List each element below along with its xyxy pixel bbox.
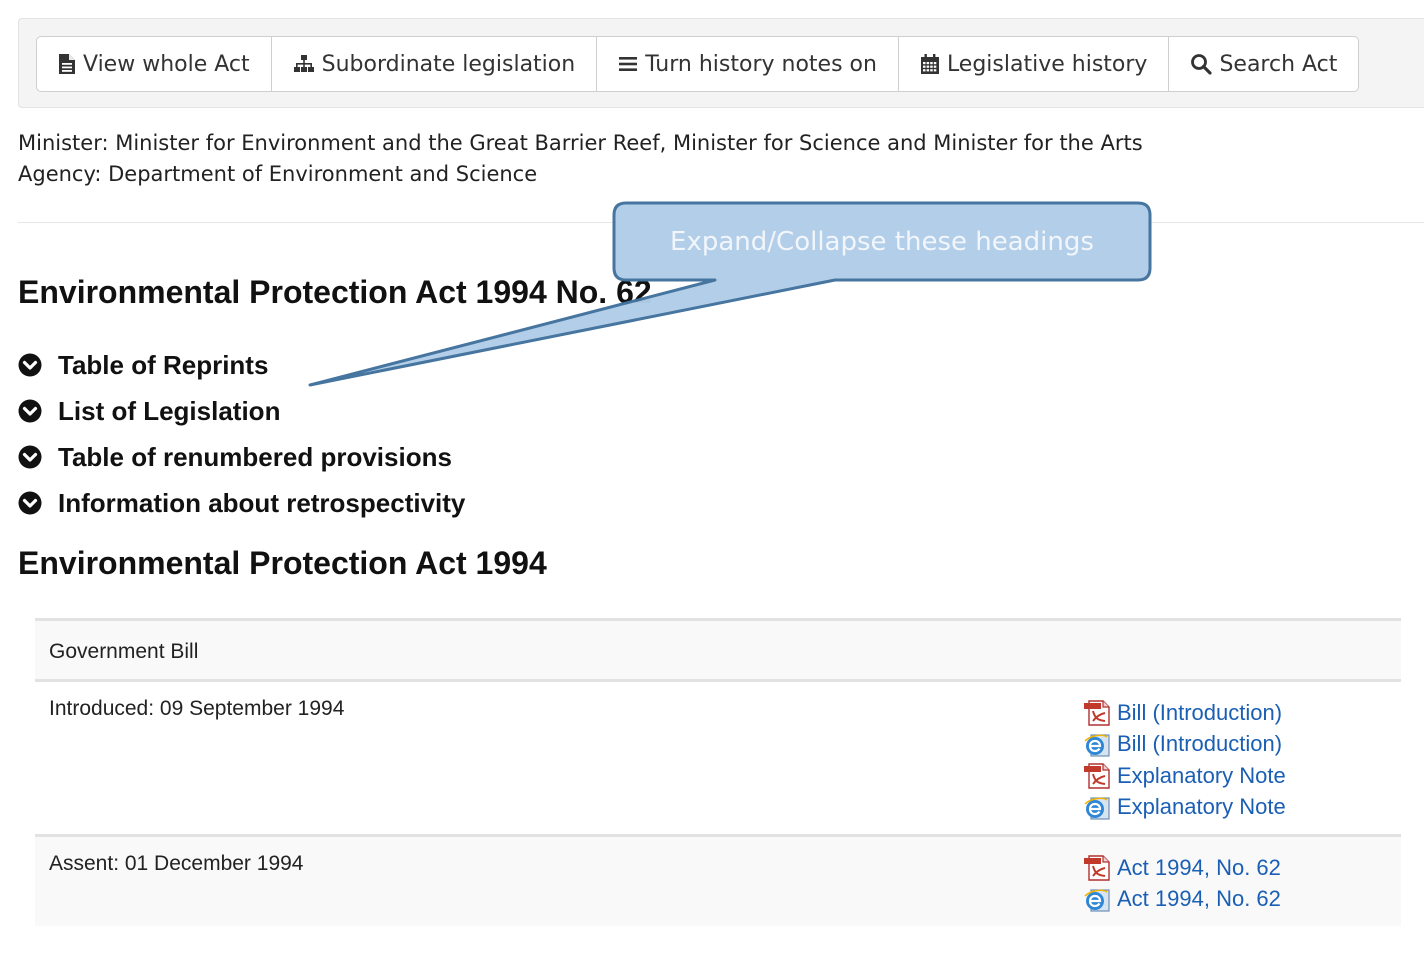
act-pdf-link[interactable]: Act 1994, No. 62 (1083, 852, 1281, 884)
accordion-information-about-retrospectivity[interactable]: Information about retrospectivity (18, 480, 465, 526)
accordion-label: List of Legislation (58, 395, 281, 426)
explanatory-note-pdf-link[interactable]: Explanatory Note (1083, 760, 1286, 792)
search-act-button[interactable]: Search Act (1169, 37, 1358, 91)
button-label: Search Act (1219, 51, 1338, 77)
section-accordion: Table of Reprints List of Legislation Ta… (18, 342, 465, 526)
table-row-assent: Assent: 01 December 1994 Act 1994, No. 6… (35, 834, 1401, 926)
act-metadata: Minister: Minister for Environment and t… (18, 128, 1143, 190)
table-row-introduced: Introduced: 09 September 1994 Bill (Intr… (35, 679, 1401, 834)
chevron-circle-down-icon (18, 353, 42, 377)
link-label: Act 1994, No. 62 (1117, 886, 1281, 912)
button-label: Turn history notes on (645, 51, 877, 77)
accordion-label: Table of renumbered provisions (58, 441, 452, 472)
html-page-icon (1084, 889, 1110, 912)
bill-introduction-pdf-link[interactable]: Bill (Introduction) (1083, 697, 1286, 729)
link-label: Bill (Introduction) (1117, 731, 1283, 757)
bill-introduction-html-link[interactable]: Bill (Introduction) (1083, 729, 1286, 761)
toolbar: View whole Act Subordinate legislation T… (18, 18, 1424, 108)
subordinate-legislation-button[interactable]: Subordinate legislation (272, 37, 598, 91)
legislative-history-table: Government Bill Introduced: 09 September… (35, 618, 1401, 926)
pdf-icon (1084, 855, 1110, 881)
chevron-circle-down-icon (18, 445, 42, 469)
button-label: Subordinate legislation (321, 51, 576, 77)
pdf-icon (1084, 700, 1110, 726)
view-whole-act-button[interactable]: View whole Act (37, 37, 272, 91)
accordion-table-of-reprints[interactable]: Table of Reprints (18, 342, 465, 388)
accordion-list-of-legislation[interactable]: List of Legislation (18, 388, 465, 434)
callout-text: Expand/Collapse these headings (670, 227, 1094, 257)
bill-type-text: Government Bill (49, 640, 199, 663)
assent-date: Assent: 01 December 1994 (49, 852, 304, 875)
act-html-link[interactable]: Act 1994, No. 62 (1083, 884, 1281, 916)
link-label: Act 1994, No. 62 (1117, 854, 1281, 880)
table-row-bill-type: Government Bill (35, 618, 1401, 679)
legislative-history-button[interactable]: Legislative history (899, 37, 1170, 91)
button-label: Legislative history (946, 51, 1148, 77)
calendar-icon (920, 54, 939, 74)
toolbar-button-group: View whole Act Subordinate legislation T… (36, 36, 1360, 92)
button-label: View whole Act (83, 51, 250, 77)
html-page-icon (1084, 797, 1110, 820)
explanatory-note-html-link[interactable]: Explanatory Note (1083, 792, 1286, 824)
introduced-date: Introduced: 09 September 1994 (49, 697, 345, 720)
accordion-table-of-renumbered-provisions[interactable]: Table of renumbered provisions (18, 434, 465, 480)
accordion-label: Table of Reprints (58, 349, 269, 380)
pdf-icon (1084, 763, 1110, 789)
introduced-links: Bill (Introduction) Bill (Introduction) (1083, 697, 1286, 823)
search-icon (1191, 54, 1213, 75)
history-title: Environmental Protection Act 1994 (18, 545, 547, 581)
accordion-label: Information about retrospectivity (58, 487, 466, 518)
chevron-circle-down-icon (18, 491, 42, 515)
link-label: Explanatory Note (1117, 762, 1286, 788)
file-text-icon (59, 54, 75, 74)
html-page-icon (1084, 734, 1110, 757)
sitemap-icon (293, 55, 314, 72)
page-title: Environmental Protection Act 1994 No. 62 (18, 274, 652, 310)
link-label: Bill (Introduction) (1117, 699, 1283, 725)
assent-links: Act 1994, No. 62 Act 1994, No. 62 (1083, 852, 1281, 915)
minister-text: Minister: Minister for Environment and t… (18, 131, 1143, 155)
list-icon (619, 57, 638, 71)
turn-history-notes-on-button[interactable]: Turn history notes on (597, 37, 899, 91)
link-label: Explanatory Note (1117, 794, 1286, 820)
chevron-circle-down-icon (18, 399, 42, 423)
agency-text: Agency: Department of Environment and Sc… (18, 162, 538, 186)
